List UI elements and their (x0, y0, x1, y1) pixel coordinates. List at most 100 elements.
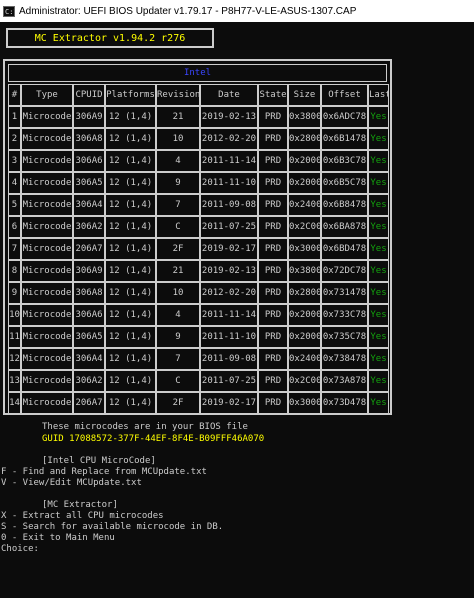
cell-state: PRD (258, 194, 288, 216)
cell-date: 2011-11-10 (200, 326, 258, 348)
microcode-table: # Type CPUID Platforms Revision Date Sta… (8, 84, 389, 414)
cell-size: 0x3000 (288, 238, 321, 260)
cell-last: Yes (368, 172, 389, 194)
table-row: 4 Microcode 306A5 12 (1,4) 9 2011-11-10 PRD 0x2… (8, 172, 389, 194)
cell-last: Yes (368, 282, 389, 304)
cell-offset: 0x6B8478 (321, 194, 368, 216)
cell-cpuid: 306A6 (73, 304, 105, 326)
cell-type: Microcode (21, 392, 73, 414)
cell-last: Yes (368, 216, 389, 238)
cell-type: Microcode (21, 238, 73, 260)
view-edit-option: V - View/Edit MCUpdate.txt (1, 478, 142, 488)
cell-platforms: 12 (1,4) (105, 216, 156, 238)
table-row: 10 Microcode 306A6 12 (1,4) 4 2011-11-14 PRD 0x… (8, 304, 389, 326)
cell-date: 2011-11-10 (200, 172, 258, 194)
cell-revision: 7 (156, 194, 200, 216)
table-body: 1 Microcode 306A9 12 (1,4) 21 2019-02-13 PRD 0x… (8, 106, 389, 414)
cell-size: 0x2000 (288, 172, 321, 194)
cell-offset: 0x73A878 (321, 370, 368, 392)
cell-index: 6 (8, 216, 21, 238)
cell-type: Microcode (21, 282, 73, 304)
cell-revision: 7 (156, 348, 200, 370)
window-title: Administrator: UEFI BIOS Updater v1.79.1… (19, 5, 357, 17)
table-row: 8 Microcode 306A9 12 (1,4) 21 2019-02-13 PRD 0x… (8, 260, 389, 282)
cell-size: 0x2000 (288, 326, 321, 348)
cell-offset: 0x6B3C78 (321, 150, 368, 172)
cell-state: PRD (258, 304, 288, 326)
cell-cpuid: 306A4 (73, 194, 105, 216)
cell-platforms: 12 (1,4) (105, 304, 156, 326)
table-row: 5 Microcode 306A4 12 (1,4) 7 2011-09-08 PRD 0x2… (8, 194, 389, 216)
window-title-bar[interactable]: C:\ Administrator: UEFI BIOS Updater v1.… (0, 0, 474, 22)
extract-option: X - Extract all CPU microcodes (1, 511, 164, 521)
cell-platforms: 12 (1,4) (105, 106, 156, 128)
cell-last: Yes (368, 238, 389, 260)
cell-size: 0x2000 (288, 304, 321, 326)
choice-prompt[interactable]: Choice: (1, 544, 39, 555)
header-date: Date (200, 84, 258, 106)
header-last: Last (368, 84, 389, 106)
cell-index: 2 (8, 128, 21, 150)
guid-line: GUID 17088572-377F-44EF-8F4E-B09FFF46A07… (42, 434, 265, 444)
cell-state: PRD (258, 370, 288, 392)
cell-platforms: 12 (1,4) (105, 172, 156, 194)
cell-date: 2019-02-13 (200, 106, 258, 128)
cell-type: Microcode (21, 194, 73, 216)
cell-index: 8 (8, 260, 21, 282)
cell-size: 0x3000 (288, 392, 321, 414)
cell-revision: 21 (156, 260, 200, 282)
table-row: 2 Microcode 306A8 12 (1,4) 10 2012-02-20 PRD 0x… (8, 128, 389, 150)
cell-last: Yes (368, 348, 389, 370)
header-size: Size (288, 84, 321, 106)
cell-date: 2011-09-08 (200, 348, 258, 370)
cell-last: Yes (368, 128, 389, 150)
cell-index: 5 (8, 194, 21, 216)
table-row: 11 Microcode 306A5 12 (1,4) 9 2011-11-10 PRD 0x… (8, 326, 389, 348)
cell-type: Microcode (21, 348, 73, 370)
cell-type: Microcode (21, 216, 73, 238)
header-type: Type (21, 84, 73, 106)
app-title: MC Extractor v1.94.2 r276 (34, 32, 186, 44)
cell-offset: 0x6BD478 (321, 238, 368, 260)
cell-size: 0x2C00 (288, 216, 321, 238)
cell-last: Yes (368, 326, 389, 348)
cell-size: 0x2800 (288, 282, 321, 304)
cell-date: 2019-02-17 (200, 238, 258, 260)
cell-revision: 4 (156, 150, 200, 172)
cell-size: 0x2400 (288, 194, 321, 216)
cell-offset: 0x72DC78 (321, 260, 368, 282)
cell-date: 2011-07-25 (200, 370, 258, 392)
cell-state: PRD (258, 392, 288, 414)
cell-size: 0x2000 (288, 150, 321, 172)
cell-cpuid: 306A2 (73, 216, 105, 238)
cell-revision: C (156, 370, 200, 392)
cell-size: 0x2800 (288, 128, 321, 150)
cell-state: PRD (258, 172, 288, 194)
cell-revision: 4 (156, 304, 200, 326)
cell-offset: 0x735C78 (321, 326, 368, 348)
find-replace-option: F - Find and Replace from MCUpdate.txt (1, 467, 207, 477)
cell-state: PRD (258, 128, 288, 150)
cell-last: Yes (368, 392, 389, 414)
cell-date: 2012-02-20 (200, 282, 258, 304)
header-platforms: Platforms (105, 84, 156, 106)
cell-revision: 21 (156, 106, 200, 128)
cell-index: 9 (8, 282, 21, 304)
cell-revision: 2F (156, 238, 200, 260)
cell-cpuid: 306A5 (73, 326, 105, 348)
cell-size: 0x2C00 (288, 370, 321, 392)
cell-offset: 0x6ADC78 (321, 106, 368, 128)
cell-state: PRD (258, 348, 288, 370)
cell-revision: 9 (156, 326, 200, 348)
cell-cpuid: 206A7 (73, 238, 105, 260)
cell-index: 10 (8, 304, 21, 326)
cell-date: 2019-02-17 (200, 392, 258, 414)
table-row: 9 Microcode 306A8 12 (1,4) 10 2012-02-20 PRD 0x… (8, 282, 389, 304)
cell-state: PRD (258, 326, 288, 348)
app-title-box: MC Extractor v1.94.2 r276 (6, 28, 214, 48)
cell-platforms: 12 (1,4) (105, 150, 156, 172)
table-row: 12 Microcode 306A4 12 (1,4) 7 2011-09-08 PRD 0x… (8, 348, 389, 370)
cell-cpuid: 306A8 (73, 282, 105, 304)
cell-type: Microcode (21, 128, 73, 150)
cell-state: PRD (258, 106, 288, 128)
